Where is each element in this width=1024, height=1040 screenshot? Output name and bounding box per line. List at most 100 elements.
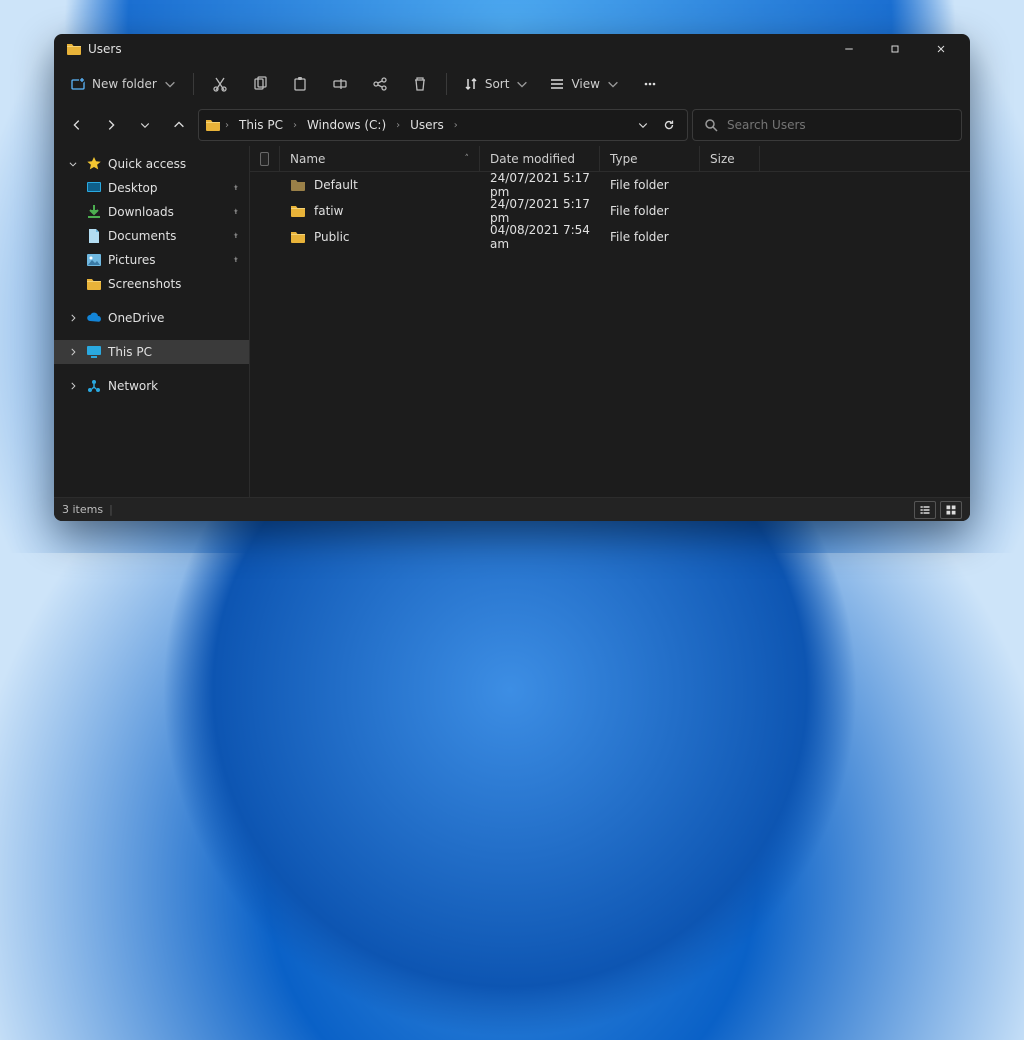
sidebar-item-quick-access[interactable]: Quick access <box>54 152 249 176</box>
close-button[interactable] <box>918 34 964 64</box>
file-name: Default <box>314 178 358 192</box>
download-icon <box>86 204 102 220</box>
sidebar-item-label: OneDrive <box>108 311 164 325</box>
more-menu-button[interactable] <box>632 70 668 98</box>
new-label: New folder <box>92 77 157 91</box>
address-bar[interactable]: › This PC › Windows (C:) › Users › <box>198 109 688 141</box>
toolbar-divider <box>446 73 447 95</box>
sidebar-item-label: Desktop <box>108 181 158 195</box>
address-history-button[interactable] <box>631 113 655 137</box>
back-button[interactable] <box>62 110 92 140</box>
sort-label: Sort <box>485 77 510 91</box>
breadcrumb-item[interactable]: Users <box>404 114 450 136</box>
toolbar-divider <box>193 73 194 95</box>
sort-menu-button[interactable]: Sort <box>455 70 538 98</box>
window-title: Users <box>88 42 122 56</box>
view-menu-button[interactable]: View <box>541 70 627 98</box>
sidebar-item-label: Screenshots <box>108 277 181 291</box>
forward-button[interactable] <box>96 110 126 140</box>
expand-icon[interactable] <box>68 313 80 323</box>
pin-icon <box>231 207 241 217</box>
pin-icon <box>231 231 241 241</box>
recent-locations-button[interactable] <box>130 110 160 140</box>
sort-icon <box>463 76 479 92</box>
breadcrumb-item[interactable]: Windows (C:) <box>301 114 392 136</box>
select-all-checkbox[interactable] <box>250 146 280 171</box>
address-folder-icon <box>205 117 221 133</box>
folder-icon <box>290 177 306 193</box>
monitor-icon <box>86 344 102 360</box>
cut-button[interactable] <box>202 70 238 98</box>
file-list[interactable]: Default 24/07/2021 5:17 pm File folder f… <box>250 172 970 497</box>
paste-button[interactable] <box>282 70 318 98</box>
delete-button[interactable] <box>402 70 438 98</box>
maximize-button[interactable] <box>872 34 918 64</box>
large-icons-view-button[interactable] <box>940 501 962 519</box>
column-header-size[interactable]: Size <box>700 146 760 171</box>
collapse-icon[interactable] <box>68 159 80 169</box>
column-header-name[interactable]: Name ˄ <box>280 146 480 171</box>
sidebar-item-documents[interactable]: Documents <box>54 224 249 248</box>
expand-icon[interactable] <box>68 347 80 357</box>
pin-icon <box>231 183 241 193</box>
rename-button[interactable] <box>322 70 358 98</box>
chevron-right-icon[interactable]: › <box>394 120 402 131</box>
new-menu-button[interactable]: New folder <box>62 70 185 98</box>
file-row[interactable]: Default 24/07/2021 5:17 pm File folder <box>250 172 970 198</box>
file-date: 24/07/2021 5:17 pm <box>480 172 600 198</box>
column-header-row: Name ˄ Date modified Type Size <box>250 146 970 172</box>
sidebar-item-pictures[interactable]: Pictures <box>54 248 249 272</box>
onedrive-icon <box>86 310 102 326</box>
paste-icon <box>292 76 308 92</box>
picture-icon <box>86 252 102 268</box>
file-type: File folder <box>600 224 700 250</box>
chevron-down-icon <box>515 77 529 91</box>
column-header-date[interactable]: Date modified <box>480 146 600 171</box>
details-view-button[interactable] <box>914 501 936 519</box>
navigation-row: › This PC › Windows (C:) › Users › <box>54 104 970 146</box>
share-icon <box>372 76 388 92</box>
breadcrumb-item[interactable]: This PC <box>233 114 289 136</box>
view-icon <box>549 76 565 92</box>
sidebar-item-downloads[interactable]: Downloads <box>54 200 249 224</box>
expand-icon[interactable] <box>68 381 80 391</box>
sidebar-item-label: Pictures <box>108 253 156 267</box>
minimize-button[interactable] <box>826 34 872 64</box>
file-type: File folder <box>600 172 700 198</box>
file-explorer-window: Users New folder Sort View <box>54 34 970 521</box>
sidebar-item-desktop[interactable]: Desktop <box>54 176 249 200</box>
chevron-right-icon[interactable]: › <box>291 120 299 131</box>
column-header-type[interactable]: Type <box>600 146 700 171</box>
delete-icon <box>412 76 428 92</box>
refresh-button[interactable] <box>657 113 681 137</box>
search-box[interactable] <box>692 109 962 141</box>
chevron-down-icon <box>606 77 620 91</box>
chevron-right-icon[interactable]: › <box>452 120 460 131</box>
sidebar-item-this-pc[interactable]: This PC <box>54 340 249 364</box>
sidebar-item-label: Quick access <box>108 157 186 171</box>
network-icon <box>86 378 102 394</box>
file-list-pane: Name ˄ Date modified Type Size Default 2… <box>249 146 970 497</box>
file-date: 04/08/2021 7:54 am <box>480 224 600 250</box>
search-input[interactable] <box>727 118 951 132</box>
sidebar-item-network[interactable]: Network <box>54 374 249 398</box>
sidebar-item-screenshots[interactable]: Screenshots <box>54 272 249 296</box>
sidebar-item-onedrive[interactable]: OneDrive <box>54 306 249 330</box>
pin-icon <box>231 255 241 265</box>
copy-button[interactable] <box>242 70 278 98</box>
title-bar[interactable]: Users <box>54 34 970 64</box>
share-button[interactable] <box>362 70 398 98</box>
star-icon <box>86 156 102 172</box>
status-text: 3 items <box>62 503 103 516</box>
navigation-pane: Quick access Desktop Downloads Documents… <box>54 146 249 497</box>
file-date: 24/07/2021 5:17 pm <box>480 198 600 224</box>
view-label: View <box>571 77 599 91</box>
file-row[interactable]: Public 04/08/2021 7:54 am File folder <box>250 224 970 250</box>
file-row[interactable]: fatiw 24/07/2021 5:17 pm File folder <box>250 198 970 224</box>
title-folder-icon <box>66 41 82 57</box>
chevron-right-icon[interactable]: › <box>223 120 231 131</box>
sidebar-item-label: This PC <box>108 345 152 359</box>
folder-icon <box>290 229 306 245</box>
up-button[interactable] <box>164 110 194 140</box>
command-toolbar: New folder Sort View <box>54 64 970 104</box>
